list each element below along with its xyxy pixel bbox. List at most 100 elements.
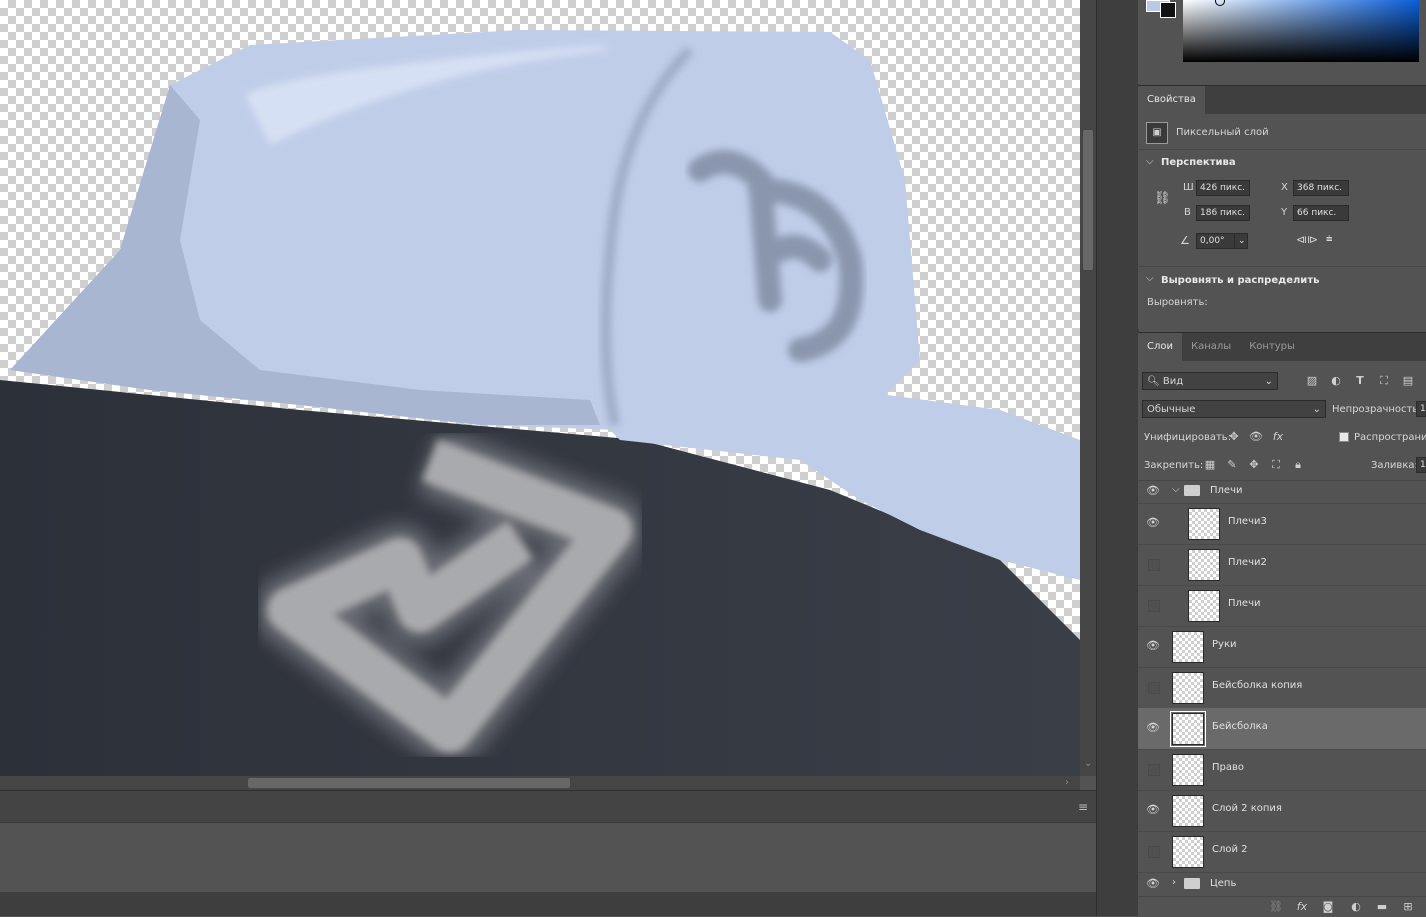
pixel-layer-icon: ▣ [1146, 122, 1168, 144]
link-chain-icon[interactable]: ⛓ [1154, 191, 1171, 206]
lock-all-icon[interactable]: 🔒︎ [1290, 457, 1306, 473]
y-field[interactable]: 66 пикс. [1293, 205, 1349, 221]
opacity-label: Непрозрачность: [1332, 404, 1422, 415]
x-label: X [1281, 182, 1288, 193]
layer-name[interactable]: Руки [1212, 639, 1237, 650]
eye-icon[interactable]: 👁︎ [1146, 516, 1160, 530]
layer-group-row[interactable]: 👁︎ ⌵ Плечи [1138, 480, 1426, 504]
filter-pixel-icon[interactable]: ▨ [1304, 373, 1320, 389]
vertical-scrollbar[interactable] [1080, 0, 1096, 776]
lock-brush-icon[interactable]: ✎ [1224, 457, 1240, 473]
layer-row-selected[interactable]: 👁︎ Бейсболка [1138, 708, 1426, 750]
layer-row[interactable]: Право [1138, 749, 1426, 791]
chevron-down-icon[interactable]: ⌵ [1146, 273, 1154, 284]
flip-vertical-icon[interactable]: ⩧ [1326, 232, 1332, 246]
eye-icon[interactable]: 👁︎ [1146, 639, 1160, 653]
lock-position-icon[interactable]: ✥ [1246, 457, 1262, 473]
angle-field[interactable]: 0,00° [1196, 233, 1238, 249]
blend-mode-select[interactable]: Обычные ⌄ [1142, 400, 1326, 418]
eye-icon[interactable]: 👁︎ [1146, 803, 1160, 817]
visibility-toggle[interactable] [1148, 846, 1160, 858]
layers-footer: ⛓ fx ◙ ◐ ▬ ⊞ [1138, 896, 1426, 917]
filter-smart-object-icon[interactable]: ▤ [1400, 373, 1416, 389]
propagate-checkbox[interactable] [1339, 432, 1349, 442]
layer-name[interactable]: Плечи2 [1228, 557, 1267, 568]
eye-icon[interactable]: 👁︎ [1146, 484, 1160, 497]
align-section-title[interactable]: Выровнять и распределить [1161, 275, 1319, 286]
folder-icon [1184, 485, 1200, 496]
horizontal-scroll-thumb[interactable] [248, 778, 570, 788]
status-strip [0, 892, 1096, 916]
eye-icon[interactable]: 👁︎ [1146, 877, 1160, 890]
new-group-icon[interactable]: ▬ [1374, 899, 1390, 915]
layer-row[interactable]: Плечи2 [1138, 544, 1426, 586]
layer-thumbnail [1172, 672, 1204, 704]
visibility-toggle[interactable] [1148, 600, 1160, 612]
layer-style-icon[interactable]: fx [1294, 899, 1310, 915]
layer-row[interactable]: Слой 2 [1138, 831, 1426, 873]
fill-field[interactable]: 1 [1416, 457, 1426, 473]
layer-thumbnail [1188, 549, 1220, 581]
background-color-swatch[interactable] [1160, 2, 1176, 18]
chevron-down-icon: ⌄ [1264, 376, 1273, 387]
angle-icon: ∠ [1180, 234, 1190, 247]
height-field[interactable]: 186 пикс. [1196, 205, 1250, 221]
chevron-down-icon[interactable]: ⌵ [1172, 484, 1180, 495]
filter-type-icon[interactable]: T [1352, 373, 1368, 389]
lock-label: Закрепить: [1144, 460, 1204, 471]
perspective-section-title[interactable]: Перспектива [1161, 157, 1236, 168]
layer-name[interactable]: Право [1212, 762, 1244, 773]
opacity-field[interactable]: 1 [1416, 401, 1426, 417]
unify-style-icon[interactable]: fx [1270, 429, 1286, 445]
height-label: В [1184, 207, 1191, 218]
unify-position-icon[interactable]: ✥ [1226, 429, 1242, 445]
unify-visibility-icon[interactable]: 👁︎ [1248, 429, 1264, 445]
layer-name[interactable]: Плечи [1228, 598, 1260, 609]
tab-properties[interactable]: Свойства [1138, 86, 1205, 114]
layer-name[interactable]: Бейсболка копия [1212, 680, 1302, 691]
visibility-toggle[interactable] [1148, 682, 1160, 694]
visibility-toggle[interactable] [1148, 559, 1160, 571]
layer-name[interactable]: Слой 2 копия [1212, 803, 1282, 814]
tab-paths[interactable]: Контуры [1240, 333, 1304, 361]
x-field[interactable]: 368 пикс. [1293, 180, 1349, 196]
angle-dropdown-icon[interactable]: ⌄ [1234, 233, 1248, 249]
layer-name[interactable]: Цепь [1210, 878, 1236, 889]
scroll-down-icon[interactable]: ⌄ [1084, 758, 1092, 769]
link-layers-icon[interactable]: ⛓ [1268, 899, 1284, 915]
eye-icon[interactable]: 👁︎ [1146, 721, 1160, 735]
timeline-header [0, 790, 1096, 823]
adjustment-layer-icon[interactable]: ◐ [1348, 899, 1364, 915]
panel-menu-icon[interactable]: ≡ [1078, 800, 1088, 814]
visibility-toggle[interactable] [1148, 764, 1160, 776]
layer-name[interactable]: Слой 2 [1212, 844, 1248, 855]
layer-row[interactable]: 👁︎ Руки [1138, 626, 1426, 668]
filter-adjustment-icon[interactable]: ◐ [1328, 373, 1344, 389]
layer-name[interactable]: Бейсболка [1212, 721, 1268, 732]
layer-thumbnail [1172, 836, 1204, 868]
tab-layers[interactable]: Слои [1138, 333, 1182, 361]
chevron-down-icon[interactable]: ⌵ [1146, 156, 1154, 167]
scroll-right-icon[interactable]: › [1065, 777, 1069, 788]
layer-row[interactable]: 👁︎ Слой 2 копия [1138, 790, 1426, 832]
lock-artboard-icon[interactable]: ⛶ [1268, 457, 1284, 473]
width-field[interactable]: 426 пикс. [1196, 180, 1250, 196]
layer-row[interactable]: Бейсболка копия [1138, 667, 1426, 709]
tab-channels[interactable]: Каналы [1182, 333, 1240, 361]
properties-tabbar: Свойства [1138, 86, 1426, 114]
chevron-right-icon[interactable]: › [1172, 877, 1176, 888]
layer-group-row[interactable]: 👁︎ › Цепь [1138, 873, 1426, 895]
layer-row[interactable]: 👁︎ Плечи3 [1138, 503, 1426, 545]
layer-row[interactable]: Плечи [1138, 585, 1426, 627]
lock-transparent-icon[interactable]: ▦ [1202, 457, 1218, 473]
vertical-scroll-thumb[interactable] [1083, 130, 1093, 270]
flip-horizontal-icon[interactable]: ⧏⧐ [1296, 233, 1318, 246]
layer-name[interactable]: Плечи [1210, 485, 1242, 496]
layer-filter-select[interactable]: 🔍︎ Вид ⌄ [1142, 372, 1278, 390]
color-picker-field[interactable] [1183, 0, 1419, 62]
add-mask-icon[interactable]: ◙ [1320, 899, 1336, 915]
filter-shape-icon[interactable]: ⛶ [1376, 373, 1392, 389]
new-layer-icon[interactable]: ⊞ [1400, 899, 1416, 915]
layer-name[interactable]: Плечи3 [1228, 516, 1267, 527]
document-canvas[interactable] [0, 0, 1080, 776]
